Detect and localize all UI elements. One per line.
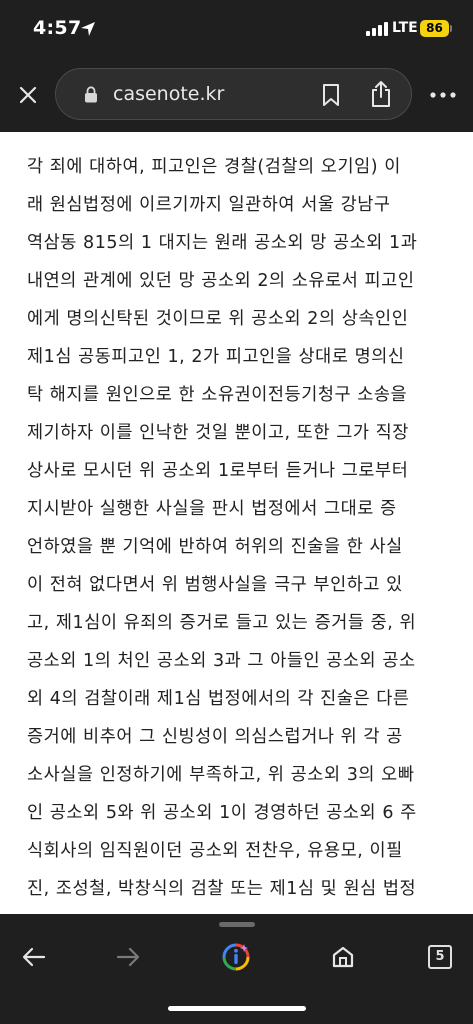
close-icon	[19, 86, 37, 104]
network-type: LTE	[392, 20, 418, 36]
back-button[interactable]	[17, 940, 51, 974]
address-bar[interactable]: casenote.kr	[55, 68, 412, 120]
bookmark-button[interactable]	[318, 81, 344, 109]
home-button[interactable]	[326, 940, 360, 974]
article-line: 역삼동 815의 1 대지는 원래 공소외 망 공소외 1과	[27, 233, 418, 253]
home-indicator	[168, 1006, 306, 1011]
article-line: 언하였을 뿐 기억에 반하여 허위의 진술을 한 사실	[27, 537, 403, 557]
article-line: 이 전혀 없다면서 위 범행사실을 극구 부인하고 있	[27, 575, 403, 595]
tabs-icon[interactable]: 5	[428, 945, 452, 969]
signal-bars-icon	[366, 22, 388, 36]
share-icon	[372, 81, 390, 107]
article-content: 각 죄에 대하여, 피고인은 경찰(검찰의 오기임) 이래 원심법정에 이르기까…	[0, 104, 473, 914]
more-icon	[430, 92, 456, 98]
close-button[interactable]	[14, 81, 42, 109]
google-lens-icon	[222, 943, 250, 971]
article-line: 진, 조성철, 박창식의 검찰 또는 제1심 및 원심 법정	[27, 879, 417, 899]
google-lens-button[interactable]	[219, 940, 253, 974]
more-menu-button[interactable]	[428, 84, 458, 106]
back-arrow-icon	[22, 947, 46, 967]
article-line: 증거에 비추어 그 신빙성이 의심스럽거나 위 각 공	[27, 727, 403, 747]
article-line: 고, 제1심이 유죄의 증거로 들고 있는 증거들 중, 위	[27, 613, 417, 633]
article-line: 각 죄에 대하여, 피고인은 경찰(검찰의 오기임) 이	[27, 157, 401, 177]
article-line: 에게 명의신탁된 것이므로 위 공소외 2의 상속인인	[27, 309, 409, 329]
article-line: 상사로 모시던 위 공소외 1로부터 듣거나 그로부터	[27, 461, 409, 481]
article-line: 인 공소외 5와 위 공소외 1이 경영하던 공소외 6 주	[27, 803, 417, 823]
location-arrow-icon	[81, 22, 95, 36]
url-text: casenote.kr	[113, 83, 225, 105]
article-line: 식회사의 임직원이던 공소외 전찬우, 유용모, 이필	[27, 841, 403, 861]
battery-icon: 86	[420, 20, 449, 37]
article-line: 공소외 1의 처인 공소외 3과 그 아들인 공소외 공소	[27, 651, 416, 671]
share-button[interactable]	[368, 79, 394, 109]
status-time: 4:57	[33, 17, 82, 39]
forward-arrow-icon	[116, 947, 140, 967]
article-line: 내연의 관계에 있던 망 공소외 2의 소유로서 피고인	[27, 271, 415, 291]
bookmark-icon	[323, 84, 339, 106]
article-line: 외 4의 검찰이래 제1심 법정에서의 각 진술은 다른	[27, 689, 410, 709]
lock-icon	[85, 86, 97, 103]
article-line: 탁 해지를 원인으로 한 소유권이전등기청구 소송을	[27, 385, 408, 405]
sheet-grabber[interactable]	[219, 922, 255, 927]
bottom-toolbar: 5	[0, 914, 473, 1024]
article-line: 제기하자 이를 인낙한 것일 뿐이고, 또한 그가 직장	[27, 423, 409, 443]
article-line: 래 원심법정에 이르기까지 일관하여 서울 강남구	[27, 195, 391, 215]
forward-button[interactable]	[111, 940, 145, 974]
battery-nub	[450, 25, 452, 32]
article-line: 소사실을 인정하기에 부족하고, 위 공소외 3의 오빠	[27, 765, 415, 785]
home-icon	[332, 946, 354, 968]
browser-screen: 각 죄에 대하여, 피고인은 경찰(검찰의 오기임) 이래 원심법정에 이르기까…	[0, 0, 473, 1024]
top-chrome: 4:57 LTE 86 casenote.kr	[0, 0, 473, 132]
article-line: 제1심 공동피고인 1, 2가 피고인을 상대로 명의신	[27, 347, 405, 367]
article-line: 지시받아 실행한 사실을 판시 법정에서 그대로 증	[27, 499, 397, 519]
